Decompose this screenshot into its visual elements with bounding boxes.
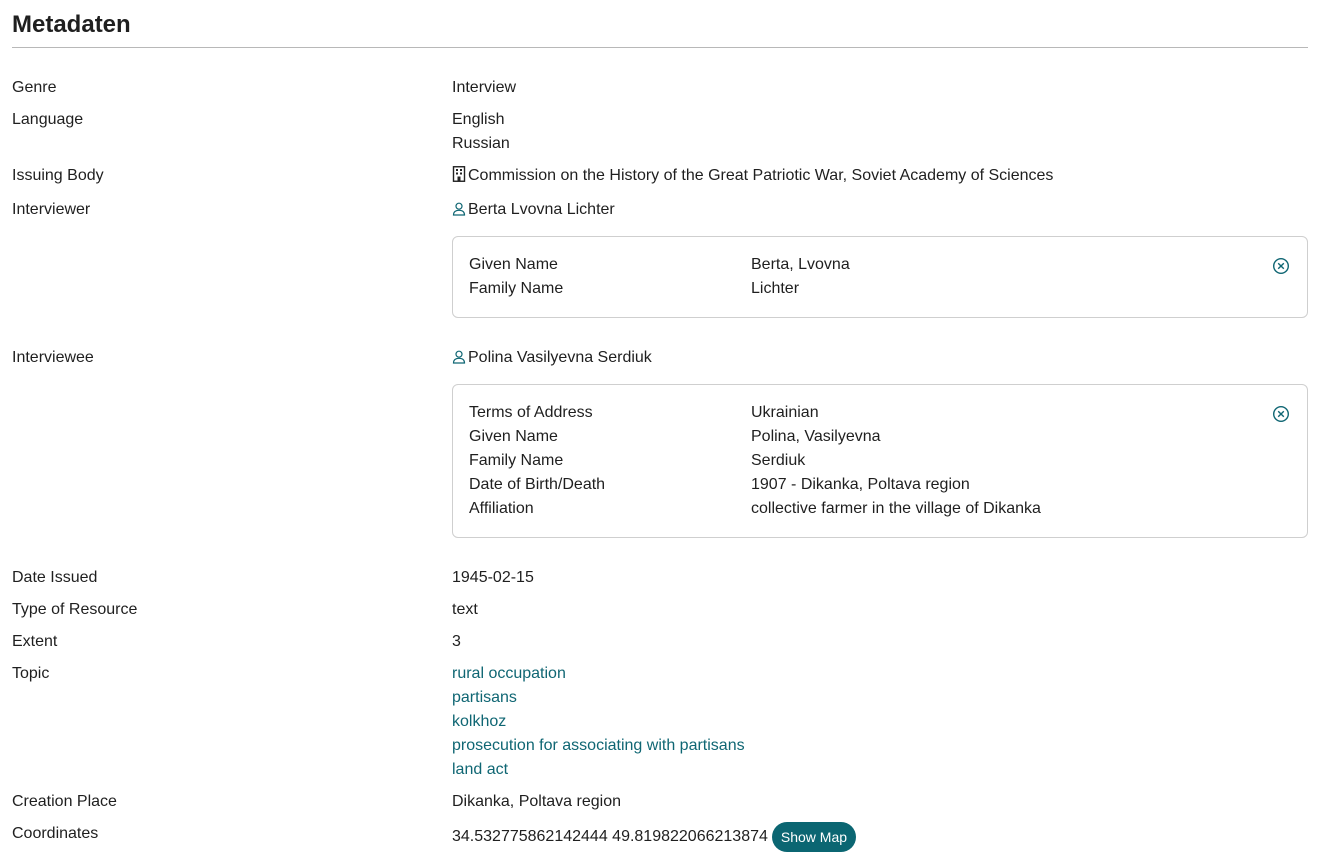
topic-link[interactable]: kolkhoz bbox=[452, 710, 1308, 734]
detail-key: Given Name bbox=[469, 256, 558, 273]
interviewee-details-card: Terms of Address Ukrainian Given Name Po… bbox=[452, 384, 1308, 538]
detail-key: Family Name bbox=[469, 452, 564, 469]
detail-key: Given Name bbox=[469, 428, 558, 445]
field-label: Issuing Body bbox=[12, 167, 104, 184]
field-creation-place: Creation Place Dikanka, Poltava region bbox=[12, 790, 1308, 814]
detail-value: Polina, Vasilyevna bbox=[751, 428, 881, 445]
close-icon[interactable] bbox=[1272, 405, 1290, 423]
page-title: Metadaten bbox=[12, 11, 131, 38]
field-type-of-resource: Type of Resource text bbox=[12, 598, 1308, 622]
field-label: Genre bbox=[12, 79, 57, 96]
field-label: Language bbox=[12, 111, 84, 128]
detail-value: Ukrainian bbox=[751, 404, 819, 421]
detail-row: Given Name Berta, Lvovna bbox=[469, 253, 1291, 277]
detail-value: Serdiuk bbox=[751, 452, 806, 469]
field-label: Topic bbox=[12, 665, 50, 682]
topic-link[interactable]: prosecution for associating with partisa… bbox=[452, 734, 1308, 758]
field-label: Creation Place bbox=[12, 793, 117, 810]
detail-row: Affiliation collective farmer in the vil… bbox=[469, 497, 1291, 521]
language-item: English bbox=[452, 111, 505, 128]
detail-value: collective farmer in the village of Dika… bbox=[751, 500, 1041, 517]
field-extent: Extent 3 bbox=[12, 630, 1308, 654]
topic-link[interactable]: land act bbox=[452, 758, 1308, 782]
detail-row: Date of Birth/Death 1907 - Dikanka, Polt… bbox=[469, 473, 1291, 497]
language-item: Russian bbox=[452, 135, 510, 152]
detail-value: 1907 - Dikanka, Poltava region bbox=[751, 476, 970, 493]
field-coordinates: Coordinates 34.532775862142444 49.819822… bbox=[12, 822, 1308, 852]
interviewee-name[interactable]: Polina Vasilyevna Serdiuk bbox=[468, 349, 652, 366]
metadata-panel: Metadaten Genre Interview Language Engli… bbox=[0, 0, 1322, 852]
detail-key: Terms of Address bbox=[469, 404, 593, 421]
detail-value: Lichter bbox=[751, 280, 800, 297]
field-label: Extent bbox=[12, 633, 58, 650]
field-date-issued: Date Issued 1945-02-15 bbox=[12, 566, 1308, 590]
field-value: English Russian bbox=[452, 108, 1308, 156]
detail-key: Family Name bbox=[469, 280, 564, 297]
detail-row: Given Name Polina, Vasilyevna bbox=[469, 425, 1291, 449]
field-label: Date Issued bbox=[12, 569, 98, 586]
field-value: 3 bbox=[452, 633, 461, 650]
interviewer-name[interactable]: Berta Lvovna Lichter bbox=[468, 201, 615, 218]
field-genre: Genre Interview bbox=[12, 76, 1308, 100]
detail-row: Family Name Serdiuk bbox=[469, 449, 1291, 473]
field-value: rural occupation partisans kolkhoz prose… bbox=[452, 662, 1308, 782]
detail-value: Berta, Lvovna bbox=[751, 256, 850, 273]
person-icon bbox=[452, 348, 466, 372]
title-divider bbox=[12, 47, 1308, 48]
detail-key: Date of Birth/Death bbox=[469, 476, 606, 493]
field-label: Coordinates bbox=[12, 825, 99, 842]
field-value: 1945-02-15 bbox=[452, 569, 534, 586]
field-issuing-body: Issuing Body Commission on the History o… bbox=[12, 164, 1308, 190]
field-value: Interview bbox=[452, 79, 517, 96]
field-language: Language English Russian bbox=[12, 108, 1308, 156]
interviewer-details-card: Given Name Berta, Lvovna Family Name Lic… bbox=[452, 236, 1308, 318]
coordinates-value: 34.532775862142444 49.819822066213874 bbox=[452, 828, 768, 846]
field-label: Interviewee bbox=[12, 349, 94, 366]
field-topic: Topic rural occupation partisans kolkhoz… bbox=[12, 662, 1308, 782]
detail-row: Terms of Address Ukrainian bbox=[469, 401, 1291, 425]
topic-link[interactable]: rural occupation bbox=[452, 662, 1308, 686]
issuing-body-name: Commission on the History of the Great P… bbox=[468, 167, 1054, 184]
detail-key: Affiliation bbox=[469, 500, 534, 517]
field-value: Dikanka, Poltava region bbox=[452, 793, 621, 810]
detail-row: Family Name Lichter bbox=[469, 277, 1291, 301]
field-label: Type of Resource bbox=[12, 601, 138, 618]
field-value: Polina Vasilyevna Serdiuk Terms of Addre… bbox=[452, 346, 1308, 558]
field-value: 34.532775862142444 49.819822066213874 Sho… bbox=[452, 822, 1308, 852]
field-value: Commission on the History of the Great P… bbox=[452, 164, 1308, 190]
field-label: Interviewer bbox=[12, 201, 91, 218]
person-icon bbox=[452, 200, 466, 224]
field-interviewee: Interviewee Polina Vasilyevna Serdiuk Te… bbox=[12, 346, 1308, 558]
field-value: Berta Lvovna Lichter Given Name Berta, L… bbox=[452, 198, 1308, 338]
field-value: text bbox=[452, 601, 478, 618]
field-interviewer: Interviewer Berta Lvovna Lichter Given N… bbox=[12, 198, 1308, 338]
close-icon[interactable] bbox=[1272, 257, 1290, 275]
show-map-button[interactable]: Show Map bbox=[771, 822, 857, 852]
topic-link[interactable]: partisans bbox=[452, 686, 1308, 710]
building-icon bbox=[452, 166, 466, 190]
